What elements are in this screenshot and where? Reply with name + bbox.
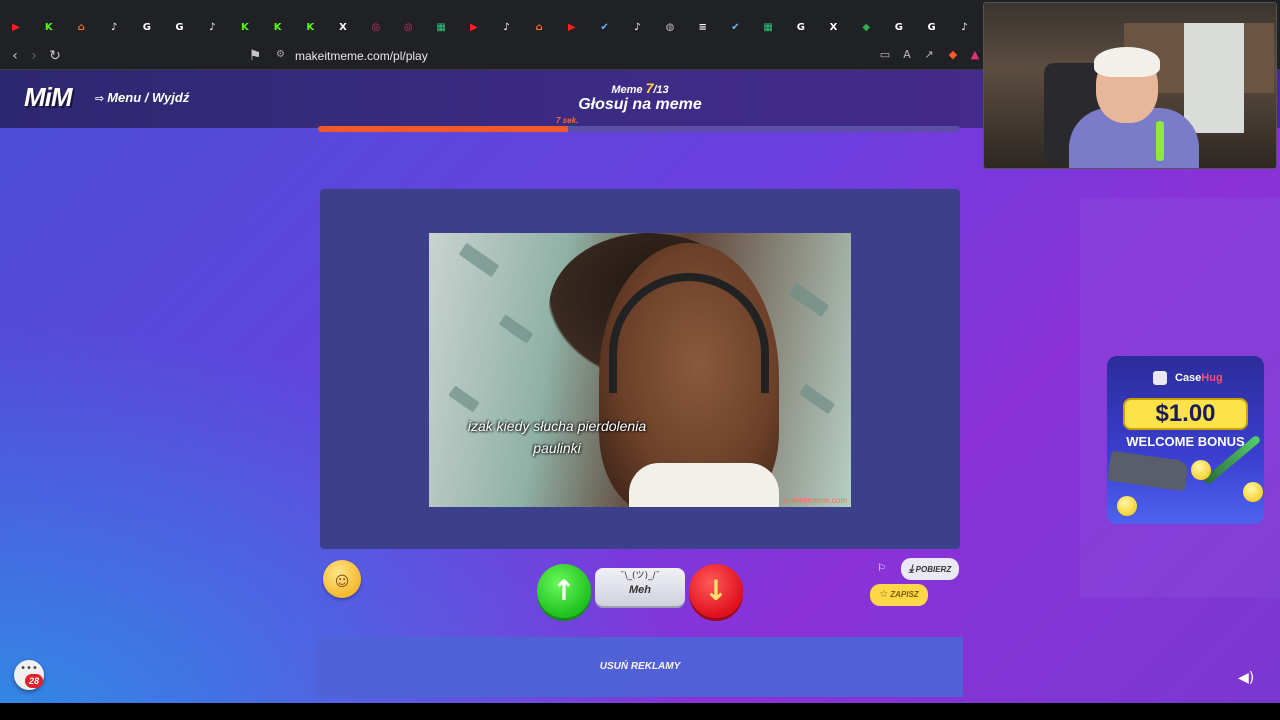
emoji-reaction-button[interactable]: ☺ [323,560,361,598]
kick-icon[interactable]: K [272,22,284,34]
tiktok-icon[interactable]: ♪ [206,22,218,34]
exit-icon: ⇨ [95,92,105,105]
meme-shirt [629,463,779,507]
youtube-icon[interactable]: ▶ [566,22,578,34]
meme-counter: Meme 7/13 [540,80,740,96]
meme-caption: izak kiedy słucha pierdolenia paulinki [467,418,647,456]
translate-icon[interactable]: A [900,48,914,62]
google-icon[interactable]: G [141,22,153,34]
kick-icon[interactable]: K [43,22,55,34]
money-shard [498,314,534,344]
brave-shield-icon[interactable]: ◆ [946,48,960,62]
x-icon[interactable]: X [337,22,349,34]
coin-icon [1243,482,1263,502]
menu-exit-label: Menu / Wyjdź [107,90,190,105]
back-icon[interactable]: ‹ [6,47,24,65]
download-label: POBIERZ [915,565,952,574]
forward-icon[interactable]: › [25,47,43,65]
upvote-button[interactable]: ↑ [537,564,591,618]
webcam-door [1184,23,1244,133]
star-icon: ☆ [879,589,889,600]
steam-icon[interactable]: ✔ [599,22,611,34]
arrow-down-icon: ↓ [704,574,728,607]
home-icon[interactable]: ⌂ [75,22,87,34]
brave-rewards-icon[interactable]: ▲ [968,48,982,62]
cast-icon[interactable]: ▭ [878,48,892,62]
x-icon[interactable]: X [828,22,840,34]
webcam-microphone [1156,121,1164,161]
download-icon: ⤓ [908,562,914,575]
google-icon[interactable]: G [893,22,905,34]
report-flag-icon[interactable]: ⚐ [877,563,889,575]
download-button[interactable]: ⤓ POBIERZ [901,558,959,580]
save-button[interactable]: ☆ ZAPISZ [870,584,928,606]
maps-icon[interactable]: ◆ [860,22,872,34]
menu-exit-link[interactable]: ⇨ Menu / Wyjdź [95,90,189,105]
instagram-icon[interactable]: ◎ [402,22,414,34]
youtube-icon[interactable]: ▶ [468,22,480,34]
meh-button[interactable]: ¯\_(ツ)_/¯ Meh [595,568,685,606]
money-shard [798,383,836,415]
ad-brand-name: CaseHug [1175,372,1223,384]
tiktok-icon[interactable]: ♪ [501,22,513,34]
steam-icon[interactable]: ✔ [729,22,741,34]
page-title: Głosuj na meme [578,96,702,113]
arrow-up-icon: ↑ [552,574,576,607]
streamer-webcam [983,2,1277,169]
stack-icon[interactable]: ≡ [697,22,709,34]
money-shard [448,385,480,413]
google-icon[interactable]: G [174,22,186,34]
ad-brand-part-a: Case [1175,372,1202,384]
webcam-person-hair [1094,47,1160,77]
money-shard [788,282,830,318]
shrug-emoticon: ¯\_(ツ)_/¯ [619,571,661,581]
coin-icon [1191,460,1211,480]
remove-ads-link[interactable]: USUŃ REKLAMY [317,637,963,697]
chat-button[interactable]: ••• 28 [14,660,44,690]
site-info-icon[interactable]: ⚙ [276,48,288,62]
address-bar[interactable]: makeitmeme.com/pl/play [295,48,428,64]
site-logo[interactable]: MiM [24,82,73,113]
meme-watermark: makeitmeme.com [783,496,847,505]
meme-image: izak kiedy słucha pierdolenia paulinki m… [429,233,851,507]
sheets-icon[interactable]: ▦ [762,22,774,34]
smiley-icon: ☺ [334,574,350,590]
pistol-image [1107,450,1189,492]
youtube-icon[interactable]: ▶ [10,22,22,34]
tiktok-icon[interactable]: ♪ [108,22,120,34]
home-icon[interactable]: ⌂ [533,22,545,34]
bottom-ad-strip: USUŃ REKLAMY [317,637,963,697]
ad-price: $1.00 [1123,398,1248,430]
timer-label: 7 sek. [556,116,579,125]
chat-unread-badge: 28 [25,674,43,688]
meme-counter-total: /13 [653,84,669,96]
globe-icon[interactable]: ◍ [664,22,676,34]
kick-icon[interactable]: K [304,22,316,34]
casehug-ad-banner[interactable]: CaseHug $1.00 WELCOME BONUS [1107,356,1264,524]
ad-brand-part-b: Hug [1201,372,1223,384]
money-shard [458,242,500,278]
bookmark-icon[interactable]: ⚑ [246,47,264,65]
speaker-icon[interactable]: ◀) [1238,669,1258,687]
instagram-icon[interactable]: ◎ [370,22,382,34]
timer-progress-fill [318,126,569,132]
share-icon[interactable]: ↗ [922,48,936,62]
casehug-logo-icon [1153,371,1167,385]
meme-counter-label: Meme [611,84,643,96]
save-label: ZAPISZ [890,590,919,599]
meh-label: Meh [629,584,651,596]
downvote-button[interactable]: ↓ [689,564,743,618]
google-icon[interactable]: G [926,22,938,34]
kick-icon[interactable]: K [239,22,251,34]
reload-icon[interactable]: ↻ [46,47,64,65]
tiktok-icon[interactable]: ♪ [958,22,970,34]
timer-progress-bar [318,126,960,132]
google-icon[interactable]: G [795,22,807,34]
tiktok-icon[interactable]: ♪ [631,22,643,34]
sheets-icon[interactable]: ▦ [435,22,447,34]
coin-icon [1117,496,1137,516]
